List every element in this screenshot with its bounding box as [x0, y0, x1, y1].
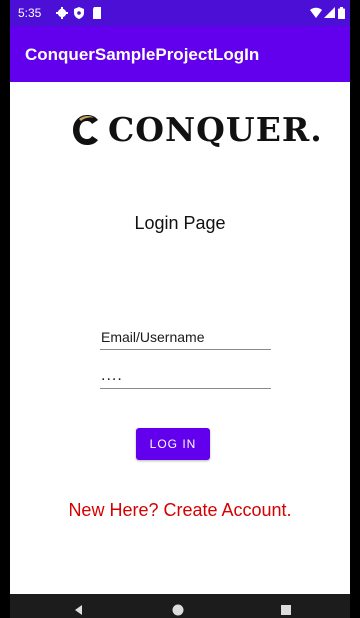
- app-title: ConquerSampleProjectLogIn: [25, 45, 260, 64]
- recents-icon[interactable]: [278, 602, 294, 618]
- logo-text: CONQUER.: [108, 110, 323, 149]
- password-field[interactable]: ....: [100, 367, 271, 389]
- navigation-bar: [10, 594, 350, 618]
- email-field[interactable]: Email/Username: [100, 328, 271, 350]
- battery-icon: [338, 7, 345, 19]
- conquer-logo-mark-icon: [73, 115, 98, 145]
- signal-icon: [324, 7, 335, 18]
- status-bar: 5:35: [10, 0, 350, 26]
- app-bar: ConquerSampleProjectLogIn: [10, 26, 350, 82]
- wifi-icon: [310, 7, 322, 18]
- status-time: 5:35: [18, 6, 42, 20]
- phone-screen: 5:35 ConquerSampleProjectLogIn CONQUER. …: [10, 0, 350, 618]
- shield-icon: [74, 7, 84, 19]
- page-title: Login Page: [134, 213, 226, 233]
- create-account-link[interactable]: New Here? Create Account.: [10, 499, 350, 521]
- conquer-logo: CONQUER.: [70, 110, 323, 149]
- login-button[interactable]: LOG IN: [136, 428, 210, 460]
- back-icon[interactable]: [71, 602, 87, 618]
- home-icon[interactable]: [170, 602, 186, 618]
- gear-icon: [56, 7, 68, 19]
- sd-card-icon: [93, 7, 101, 19]
